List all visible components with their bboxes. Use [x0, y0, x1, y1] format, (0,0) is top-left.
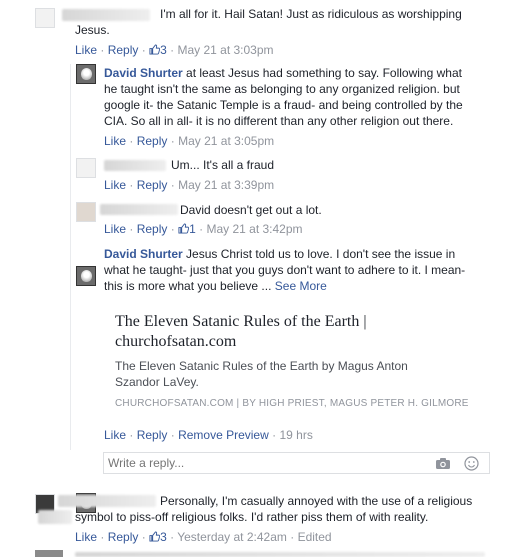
emoji-icon[interactable]: [464, 456, 479, 471]
avatar[interactable]: [76, 158, 96, 178]
comment-actions: Like · Reply · May 21 at 3:05pm: [104, 134, 275, 148]
timestamp[interactable]: May 21 at 3:39pm: [178, 178, 274, 192]
reply-input-box[interactable]: [103, 452, 490, 474]
link-preview-description: The Eleven Satanic Rules of the Earth by…: [115, 359, 408, 389]
timestamp[interactable]: Yesterday at 2:42am: [177, 530, 287, 544]
like-link[interactable]: Like: [104, 222, 126, 236]
avatar[interactable]: [35, 550, 63, 557]
comment-actions: Like · Reply · 3 · May 21 at 3:03pm: [75, 43, 274, 57]
remove-preview-link[interactable]: Remove Preview: [178, 428, 269, 442]
reply-link[interactable]: Reply: [137, 428, 168, 442]
reply-thread-line: [70, 64, 71, 450]
link-preview-title[interactable]: The Eleven Satanic Rules of the Earth | …: [115, 312, 415, 352]
comment-text: David doesn't get out a lot.: [180, 203, 322, 217]
timestamp[interactable]: 19 hrs: [279, 428, 312, 442]
reply-link[interactable]: Reply: [137, 134, 168, 148]
comment-actions: Like · Reply · May 21 at 3:39pm: [104, 178, 275, 192]
comment-actions: Like · Reply · 3 · Yesterday at 2:42am ·…: [75, 530, 332, 544]
comment-body: David Shurter Jesus Christ told us to lo…: [104, 246, 474, 294]
thumbs-up-icon: [149, 531, 161, 542]
like-count[interactable]: 3: [149, 530, 167, 544]
reply-link[interactable]: Reply: [108, 43, 139, 57]
avatar[interactable]: [35, 8, 55, 28]
timestamp[interactable]: May 21 at 3:05pm: [178, 134, 274, 148]
like-link[interactable]: Like: [104, 134, 126, 148]
comment-text: Personally, I'm casually annoyed with th…: [75, 494, 473, 524]
avatar[interactable]: [76, 266, 96, 286]
reply-input[interactable]: [108, 455, 418, 471]
comment-actions: Like · Reply · 1 · May 21 at 3:42pm: [104, 222, 303, 236]
thumbs-up-icon: [149, 44, 161, 55]
thumbs-up-icon: [178, 223, 190, 234]
comment-body: David Shurter at least Jesus had somethi…: [104, 65, 476, 129]
like-link[interactable]: Like: [75, 530, 97, 544]
like-count[interactable]: 3: [149, 43, 167, 57]
reply-link[interactable]: Reply: [137, 222, 168, 236]
camera-icon[interactable]: [435, 457, 451, 470]
avatar[interactable]: [76, 202, 96, 222]
reply-link[interactable]: Reply: [137, 178, 168, 192]
comment-text: Um... It's all a fraud: [171, 158, 274, 172]
comment-author[interactable]: David Shurter: [104, 247, 183, 261]
redacted-author-name: [104, 160, 166, 171]
like-link[interactable]: Like: [104, 178, 126, 192]
like-count[interactable]: 1: [178, 222, 196, 236]
link-preview-source: CHURCHOFSATAN.COM | BY HIGH PRIEST, MAGU…: [115, 398, 469, 409]
redacted-block: [38, 510, 72, 524]
like-link[interactable]: Like: [75, 43, 97, 57]
redacted-author-name: [100, 204, 178, 215]
reply-link[interactable]: Reply: [108, 530, 139, 544]
timestamp[interactable]: May 21 at 3:42pm: [206, 222, 302, 236]
avatar[interactable]: [76, 64, 96, 84]
comment-author[interactable]: David Shurter: [104, 66, 183, 80]
comment-text: I'm all for it. Hail Satan! Just as ridi…: [75, 7, 462, 37]
like-link[interactable]: Like: [104, 428, 126, 442]
see-more-link[interactable]: See More: [275, 279, 327, 293]
comment-actions: Like · Reply · Remove Preview · 19 hrs: [104, 428, 313, 442]
cropped-comment: [75, 552, 485, 557]
link-preview-card[interactable]: The Eleven Satanic Rules of the Earth | …: [104, 304, 470, 416]
edited-link[interactable]: Edited: [298, 530, 332, 544]
timestamp[interactable]: May 21 at 3:03pm: [177, 43, 273, 57]
